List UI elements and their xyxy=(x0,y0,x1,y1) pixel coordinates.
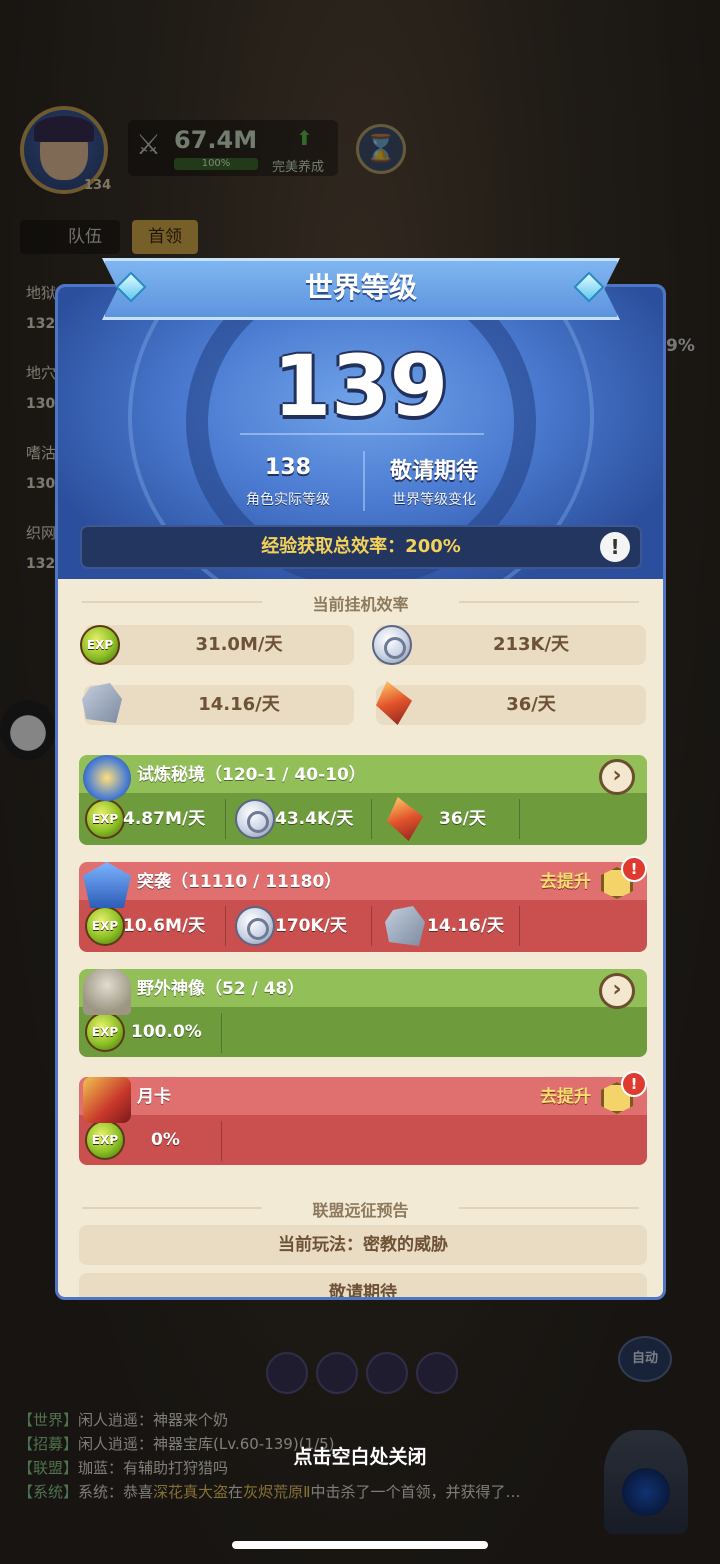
mode-statue[interactable]: EXP 100.0% 野外神像（52 / 48） › xyxy=(79,969,647,1057)
raid-exp-rate: 10.6M/天 xyxy=(123,916,206,936)
rate-stone: 14.16/天 xyxy=(84,685,354,725)
actual-level-label: 角色实际等级 xyxy=(246,492,330,508)
world-level-modal: 139 138 角色实际等级 敬请期待 世界等级变化 经验获取总效率：200% … xyxy=(55,284,666,1300)
world-level-value: 139 xyxy=(272,337,449,435)
coin-icon xyxy=(235,799,275,839)
alliance-preview-title: 联盟远征预告 xyxy=(58,1197,663,1221)
modal-title: 世界等级 xyxy=(304,271,417,304)
trial-crystal-rate: 36/天 xyxy=(439,809,486,829)
exp-icon: EXP xyxy=(80,625,120,665)
raid-stone-rate: 14.16/天 xyxy=(427,916,504,936)
info-icon[interactable]: ! xyxy=(600,532,630,562)
exp-icon: EXP xyxy=(85,1012,125,1052)
actual-level-value: 138 xyxy=(265,455,311,480)
card-exp-rate: 0% xyxy=(151,1130,180,1150)
stone-icon xyxy=(385,906,425,946)
trial-exp-rate: 4.87M/天 xyxy=(123,809,206,829)
alert-icon: ! xyxy=(621,856,647,882)
exp-icon: EXP xyxy=(85,906,125,946)
monthly-card-icon xyxy=(83,1077,131,1123)
raid-coin-rate: 170K/天 xyxy=(275,916,347,936)
world-level-change-label: 世界等级变化 xyxy=(392,492,476,508)
coin-icon xyxy=(372,625,412,665)
exp-icon: EXP xyxy=(85,799,125,839)
statue-go-button[interactable]: › xyxy=(599,973,635,1009)
mode-trial[interactable]: EXP 4.87M/天 43.4K/天 36/天 试炼秘境（120-1 / 40… xyxy=(79,755,647,845)
alliance-current-mode: 当前玩法：密教的威胁 xyxy=(79,1225,647,1265)
alert-icon: ! xyxy=(621,1071,647,1097)
statue-icon xyxy=(83,969,131,1015)
rate-coin: 213K/天 xyxy=(376,625,646,665)
mode-monthly-card[interactable]: EXP 0% 月卡 去提升 ! xyxy=(79,1071,647,1165)
raid-name: 突袭（11110 / 11180） xyxy=(137,872,342,892)
coin-icon xyxy=(235,906,275,946)
trial-name: 试炼秘境（120-1 / 40-10） xyxy=(137,765,366,785)
world-level-header: 139 138 角色实际等级 敬请期待 世界等级变化 经验获取总效率：200% … xyxy=(58,287,663,579)
card-boost-label[interactable]: 去提升 xyxy=(540,1077,591,1117)
mode-raid[interactable]: EXP 10.6M/天 170K/天 14.16/天 突袭（11110 / 11… xyxy=(79,856,647,952)
divider xyxy=(240,433,484,435)
trial-icon xyxy=(83,755,131,801)
monthly-card-name: 月卡 xyxy=(137,1087,171,1107)
rate-crystal: 36/天 xyxy=(376,685,646,725)
idle-efficiency-title: 当前挂机效率 xyxy=(58,591,663,615)
close-hint[interactable]: 点击空白处关闭 xyxy=(0,1442,720,1469)
exp-efficiency-bar: 经验获取总效率：200% ! xyxy=(80,525,642,569)
crystal-icon xyxy=(387,797,423,841)
raid-boost-label[interactable]: 去提升 xyxy=(540,862,591,902)
exp-efficiency-text: 经验获取总效率：200% xyxy=(261,536,461,557)
exp-icon: EXP xyxy=(85,1120,125,1160)
world-level-change-value: 敬请期待 xyxy=(389,459,478,484)
statue-exp-rate: 100.0% xyxy=(131,1022,202,1042)
alliance-next-mode: 敬请期待 xyxy=(79,1273,647,1297)
statue-name: 野外神像（52 / 48） xyxy=(137,979,305,999)
trial-go-button[interactable]: › xyxy=(599,759,635,795)
home-indicator[interactable] xyxy=(232,1541,488,1549)
trial-coin-rate: 43.4K/天 xyxy=(275,809,354,829)
rate-exp: 31.0M/天 xyxy=(84,625,354,665)
divider xyxy=(363,451,365,511)
